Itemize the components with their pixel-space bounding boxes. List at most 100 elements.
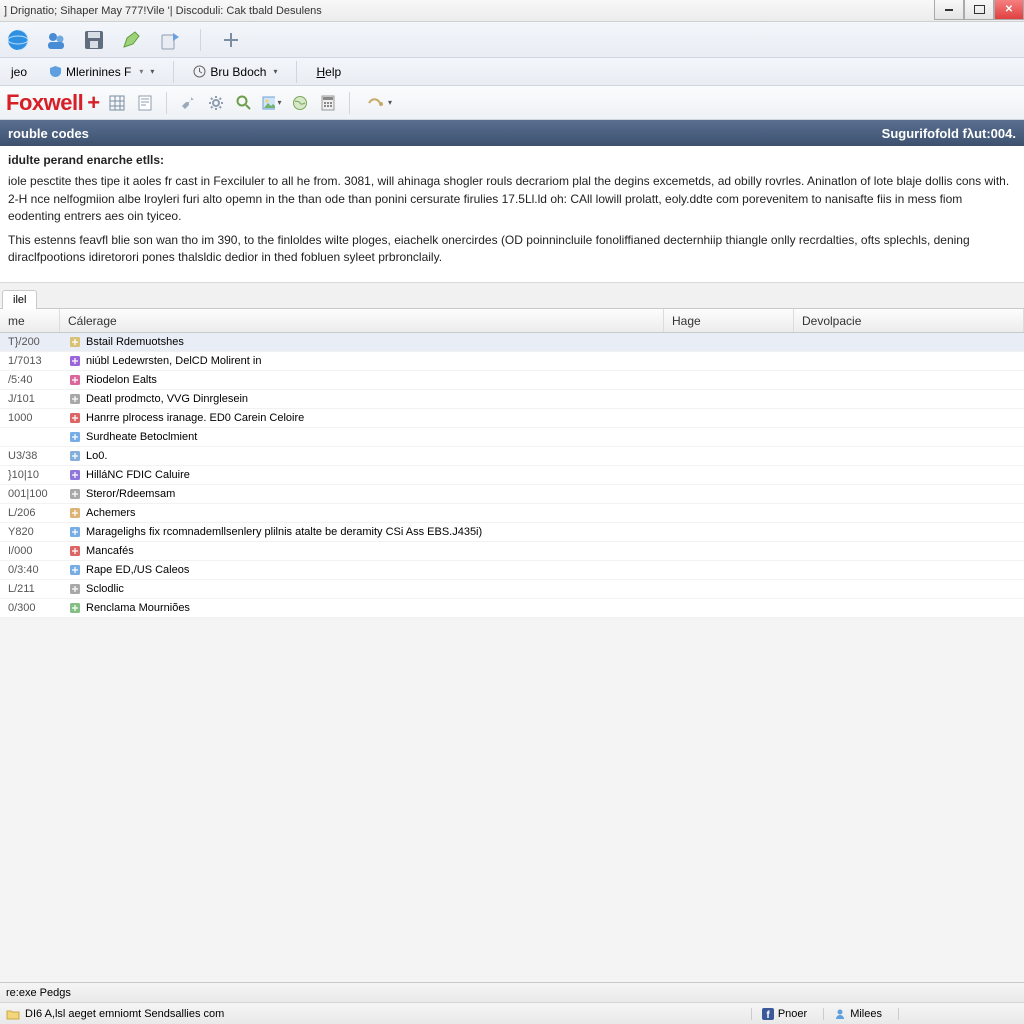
menu-label: Help — [316, 65, 341, 79]
tab-label: ilel — [13, 294, 26, 306]
cell-me: J/101 — [0, 393, 60, 405]
table-row[interactable]: L/206 Achemers — [0, 504, 1024, 523]
globe2-icon[interactable] — [289, 92, 311, 114]
share-icon[interactable] — [158, 28, 182, 52]
row-icon — [68, 450, 81, 463]
status-pill-label: Pnoer — [778, 1008, 807, 1020]
row-icon — [68, 488, 81, 501]
row-icon — [68, 545, 81, 558]
table-row[interactable]: U3/38Lo0. — [0, 447, 1024, 466]
cell-me: T}/200 — [0, 336, 60, 348]
logo-text: Foxwell — [6, 90, 83, 116]
plus-icon[interactable] — [219, 28, 243, 52]
row-icon — [68, 526, 81, 539]
logo-plus: + — [87, 90, 99, 116]
table-row[interactable]: }10|10HilláNC FDIC Caluire — [0, 466, 1024, 485]
cell-me: L/211 — [0, 583, 60, 595]
table-row[interactable]: T}/200 Bstail Rdеmuotshes — [0, 333, 1024, 352]
cell-me: L/206 — [0, 507, 60, 519]
table-header: me Cálerage Hage Devolpacie — [0, 309, 1024, 333]
separator — [200, 29, 201, 51]
zoom-icon[interactable] — [233, 92, 255, 114]
logo-toolbar: Foxwell + — [0, 86, 1024, 120]
status-bottom-text: DI6 A,lsl aeget emniomt Sendsallies com — [25, 1008, 224, 1020]
cell-text: Maragelighs fix rcomnademllsenlery pliln… — [86, 526, 482, 538]
status-pill-pnoer[interactable]: f Pnoer — [751, 1008, 807, 1020]
table-row[interactable]: 1/7013niúbl Ledewrsten, DelCD Molirent i… — [0, 352, 1024, 371]
menubar: jeo Mlerinines F ▾ Bru Bdoch Help — [0, 58, 1024, 86]
status-top-text: re:exe Pedgs — [6, 987, 71, 999]
row-icon — [68, 583, 81, 596]
tab-strip: ilel — [0, 283, 1024, 309]
cell-text: Sclodlic — [86, 583, 124, 595]
status-pill-milees[interactable]: Milees — [823, 1008, 882, 1020]
image-icon[interactable] — [261, 92, 283, 114]
document-icon[interactable] — [134, 92, 156, 114]
window-controls: ✕ — [934, 0, 1024, 20]
table-body: T}/200 Bstail Rdеmuotshes 1/7013niúbl Lede… — [0, 333, 1024, 618]
separator — [296, 61, 297, 83]
table-row[interactable]: 0/300Renclama Mourniões — [0, 599, 1024, 618]
section-status: Sugurifofold fλut:004. — [882, 126, 1016, 141]
cell-me: Y820 — [0, 526, 60, 538]
statusbar: re:exe Pedgs DI6 A,lsl aeget emniomt Sen… — [0, 982, 1024, 1024]
table-row[interactable]: J/101Deatl prodmcto, VVG Dinrglesein — [0, 390, 1024, 409]
tool-dropdown[interactable] — [360, 92, 400, 114]
cell-text: Achemers — [86, 507, 136, 519]
shield-icon — [49, 65, 62, 78]
cell-text: Bstail Rdеmuotshes — [86, 336, 184, 348]
table-row[interactable]: 1000Hanrre plrocess iranage. ED0 Carein … — [0, 409, 1024, 428]
minimize-button[interactable] — [934, 0, 964, 20]
cell-calerage: Renclama Mourniões — [60, 602, 664, 615]
grid-icon[interactable] — [106, 92, 128, 114]
row-icon — [68, 374, 81, 387]
row-icon — [68, 564, 81, 577]
facebook-icon: f — [762, 1008, 774, 1020]
menu-item-bru[interactable]: Bru Bdoch — [186, 62, 284, 82]
table-row[interactable]: 001|100Steror/Rdeemsam — [0, 485, 1024, 504]
calc-icon[interactable] — [317, 92, 339, 114]
row-icon — [68, 355, 81, 368]
table-row[interactable]: I/000Mancafés — [0, 542, 1024, 561]
column-calerage[interactable]: Cálerage — [60, 309, 664, 332]
table-row[interactable]: 0/3:40Rape ED,/US Caleos — [0, 561, 1024, 580]
table-row[interactable]: L/211 Sclodlic — [0, 580, 1024, 599]
cell-me: I/000 — [0, 545, 60, 557]
tab-ilel[interactable]: ilel — [2, 290, 37, 309]
column-me[interactable]: me — [0, 309, 60, 332]
wrench-icon[interactable] — [177, 92, 199, 114]
chevron-down-icon: ▾ — [139, 67, 143, 76]
cell-me: 0/300 — [0, 602, 60, 614]
cell-text: Riodelon Ealts — [86, 374, 157, 386]
cell-me: 1/7013 — [0, 355, 60, 367]
close-button[interactable]: ✕ — [994, 0, 1024, 20]
maximize-button[interactable] — [964, 0, 994, 20]
cell-me: 1000 — [0, 412, 60, 424]
description-heading: idulte perand enarche etlls: — [8, 152, 1016, 169]
table-row[interactable]: /5:40Riodelon Ealts — [0, 371, 1024, 390]
save-icon[interactable] — [82, 28, 106, 52]
cell-text: Surdheate Betoclmient — [86, 431, 197, 443]
table-row[interactable]: Y820 Maragelighs fix rcomnademllsenlery p… — [0, 523, 1024, 542]
column-hage[interactable]: Hage — [664, 309, 794, 332]
menu-item-mlerinines[interactable]: Mlerinines F ▾ — [42, 62, 161, 82]
table-row[interactable]: Surdheate Betoclmient — [0, 428, 1024, 447]
description-panel: idulte perand enarche etlls: iole pescti… — [0, 146, 1024, 283]
separator — [349, 92, 350, 114]
cell-calerage: Bstail Rdеmuotshes — [60, 336, 664, 349]
gear-icon[interactable] — [205, 92, 227, 114]
window-title: ] Drignatio; Sihaper May 777!Vile '| Dis… — [4, 5, 322, 17]
cell-calerage: Riodelon Ealts — [60, 374, 664, 387]
pen-icon[interactable] — [120, 28, 144, 52]
row-icon — [68, 507, 81, 520]
cell-me: 001|100 — [0, 488, 60, 500]
separator — [173, 61, 174, 83]
menu-label: Bru Bdoch — [210, 65, 266, 79]
cell-calerage: Surdheate Betoclmient — [60, 431, 664, 444]
cell-calerage: Mancafés — [60, 545, 664, 558]
menu-item-help[interactable]: Help — [309, 62, 348, 82]
globe-icon[interactable] — [6, 28, 30, 52]
column-devolpacie[interactable]: Devolpacie — [794, 309, 1024, 332]
menu-item-jeo[interactable]: jeo — [4, 62, 34, 82]
users-icon[interactable] — [44, 28, 68, 52]
